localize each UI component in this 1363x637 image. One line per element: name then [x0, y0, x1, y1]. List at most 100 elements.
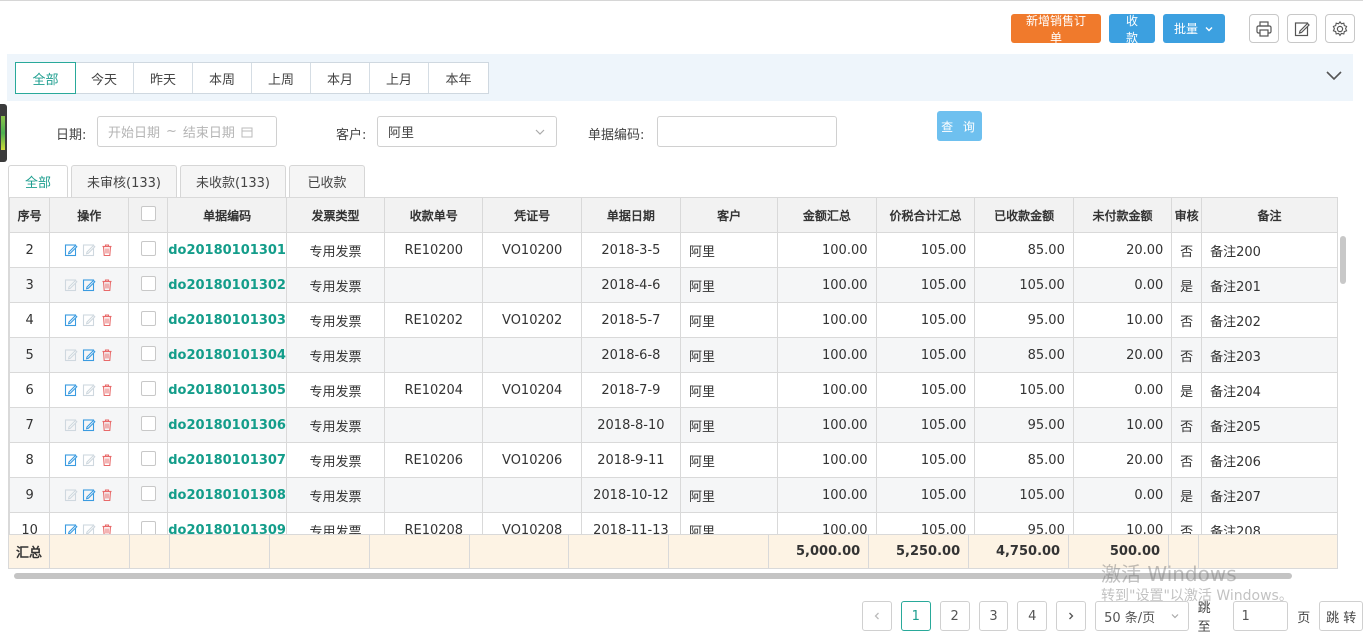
jump-button[interactable]: 跳 转	[1319, 601, 1363, 631]
date-tab-this-month[interactable]: 本月	[311, 63, 370, 93]
doc-code-link[interactable]: do20180101306	[167, 407, 287, 443]
row-checkbox[interactable]	[140, 450, 156, 466]
row-checkbox[interactable]	[140, 380, 156, 396]
doc-code-link[interactable]: do20180101304	[167, 337, 287, 373]
batch-dropdown-button[interactable]: 批量	[1163, 14, 1225, 43]
jump-page-input[interactable]: 1	[1232, 601, 1289, 631]
header-index[interactable]: 序号	[9, 197, 51, 233]
row-checkbox[interactable]	[140, 415, 156, 431]
table-row[interactable]: 3 do20180101302 专用发票 2018-4-6 阿里 100.00 105.00…	[9, 267, 1338, 303]
table-row[interactable]: 10 do20180101309 专用发票 RE10208 VO10208 2018-11…	[9, 512, 1338, 534]
doc-code-link[interactable]: do20180101307	[167, 442, 287, 478]
status-tab-collected[interactable]: 已收款	[289, 165, 365, 197]
doc-code-link[interactable]: do20180101308	[167, 477, 287, 513]
new-sales-order-button[interactable]: 新增销售订单	[1011, 14, 1101, 45]
table-row[interactable]: 4 do20180101303 专用发票 RE10202 VO10202 2018-5-7…	[9, 302, 1338, 338]
date-tab-last-month[interactable]: 上月	[370, 63, 429, 93]
prev-page-button[interactable]	[862, 601, 892, 631]
row-checkbox[interactable]	[140, 345, 156, 361]
page-3-button[interactable]: 3	[978, 601, 1009, 631]
edit-icon[interactable]	[82, 523, 96, 534]
edit-icon[interactable]	[82, 243, 96, 257]
row-checkbox[interactable]	[140, 520, 156, 534]
header-doc-code[interactable]: 单据编码	[167, 197, 287, 233]
view-icon[interactable]	[64, 348, 78, 362]
header-customer[interactable]: 客户	[679, 197, 779, 233]
print-button[interactable]	[1249, 14, 1279, 43]
doc-code-link[interactable]: do20180101303	[167, 302, 287, 338]
delete-icon[interactable]	[100, 418, 114, 432]
date-tab-today[interactable]: 今天	[75, 63, 134, 93]
edit-icon[interactable]	[82, 348, 96, 362]
row-checkbox[interactable]	[140, 485, 156, 501]
delete-icon[interactable]	[100, 383, 114, 397]
query-button[interactable]: 查 询	[937, 111, 982, 141]
doc-code-link[interactable]: do20180101301	[167, 232, 287, 268]
page-4-button[interactable]: 4	[1017, 601, 1048, 631]
header-receipt-no[interactable]: 收款单号	[384, 197, 484, 233]
doc-code-link[interactable]: do20180101305	[167, 372, 287, 408]
header-select-all[interactable]	[128, 197, 169, 233]
doc-code-link[interactable]: do20180101309	[167, 512, 287, 534]
select-all-checkbox[interactable]	[140, 206, 156, 221]
edit-columns-button[interactable]	[1287, 14, 1317, 43]
table-row[interactable]: 6 do20180101305 专用发票 RE10204 VO10204 2018-7-9…	[9, 372, 1338, 408]
header-reviewed[interactable]: 审核	[1171, 197, 1203, 233]
edit-icon[interactable]	[82, 313, 96, 327]
delete-icon[interactable]	[100, 488, 114, 502]
delete-icon[interactable]	[100, 523, 114, 534]
page-size-select[interactable]: 50 条/页	[1095, 601, 1189, 631]
delete-icon[interactable]	[100, 453, 114, 467]
header-tax-total[interactable]: 价税合计汇总	[875, 197, 976, 233]
view-icon[interactable]	[64, 523, 78, 534]
delete-icon[interactable]	[100, 243, 114, 257]
next-page-button[interactable]	[1056, 601, 1087, 631]
header-doc-date[interactable]: 单据日期	[580, 197, 681, 233]
doc-code-link[interactable]: do20180101302	[167, 267, 287, 303]
header-received[interactable]: 已收款金额	[974, 197, 1074, 233]
edit-icon[interactable]	[82, 453, 96, 467]
table-row[interactable]: 7 do20180101306 专用发票 2018-8-10 阿里 100.00 105.0…	[9, 407, 1338, 443]
row-checkbox[interactable]	[140, 275, 156, 291]
row-checkbox[interactable]	[140, 240, 156, 256]
date-tab-yesterday[interactable]: 昨天	[134, 63, 193, 93]
header-remark[interactable]: 备注	[1201, 197, 1338, 233]
header-actions[interactable]: 操作	[49, 197, 130, 233]
view-icon[interactable]	[64, 418, 78, 432]
customer-select[interactable]: 阿里	[377, 116, 557, 147]
date-tab-last-week[interactable]: 上周	[252, 63, 311, 93]
edit-icon[interactable]	[82, 278, 96, 292]
view-icon[interactable]	[64, 453, 78, 467]
date-tab-this-year[interactable]: 本年	[429, 63, 488, 93]
edit-icon[interactable]	[82, 488, 96, 502]
edit-icon[interactable]	[82, 418, 96, 432]
status-tab-unreviewed[interactable]: 未审核(133)	[71, 165, 177, 197]
table-row[interactable]: 2 do20180101301 专用发票 RE10200 VO10200 2018-3-5…	[9, 232, 1338, 268]
header-amount[interactable]: 金额汇总	[777, 197, 877, 233]
settings-button[interactable]	[1325, 14, 1355, 43]
delete-icon[interactable]	[100, 313, 114, 327]
view-icon[interactable]	[64, 383, 78, 397]
collect-payment-button[interactable]: 收 款	[1109, 14, 1155, 45]
view-icon[interactable]	[64, 313, 78, 327]
page-2-button[interactable]: 2	[939, 601, 970, 631]
view-icon[interactable]	[64, 488, 78, 502]
status-tab-uncollected[interactable]: 未收款(133)	[180, 165, 286, 197]
collapse-toggle[interactable]	[1325, 68, 1343, 86]
page-1-button[interactable]: 1	[900, 601, 931, 631]
doc-code-input[interactable]	[657, 116, 837, 147]
delete-icon[interactable]	[100, 348, 114, 362]
date-tab-all[interactable]: 全部	[15, 62, 76, 94]
edit-icon[interactable]	[82, 383, 96, 397]
view-icon[interactable]	[64, 278, 78, 292]
vertical-scrollbar[interactable]	[1340, 236, 1346, 284]
table-row[interactable]: 5 do20180101304 专用发票 2018-6-8 阿里 100.00 105.00…	[9, 337, 1338, 373]
delete-icon[interactable]	[100, 278, 114, 292]
header-invoice-type[interactable]: 发票类型	[285, 197, 386, 233]
date-tab-this-week[interactable]: 本周	[193, 63, 252, 93]
header-voucher-no[interactable]: 凭证号	[482, 197, 582, 233]
view-icon[interactable]	[64, 243, 78, 257]
status-tab-all[interactable]: 全部	[8, 165, 68, 197]
table-row[interactable]: 8 do20180101307 专用发票 RE10206 VO10206 2018-9-1…	[9, 442, 1338, 478]
row-checkbox[interactable]	[140, 310, 156, 326]
